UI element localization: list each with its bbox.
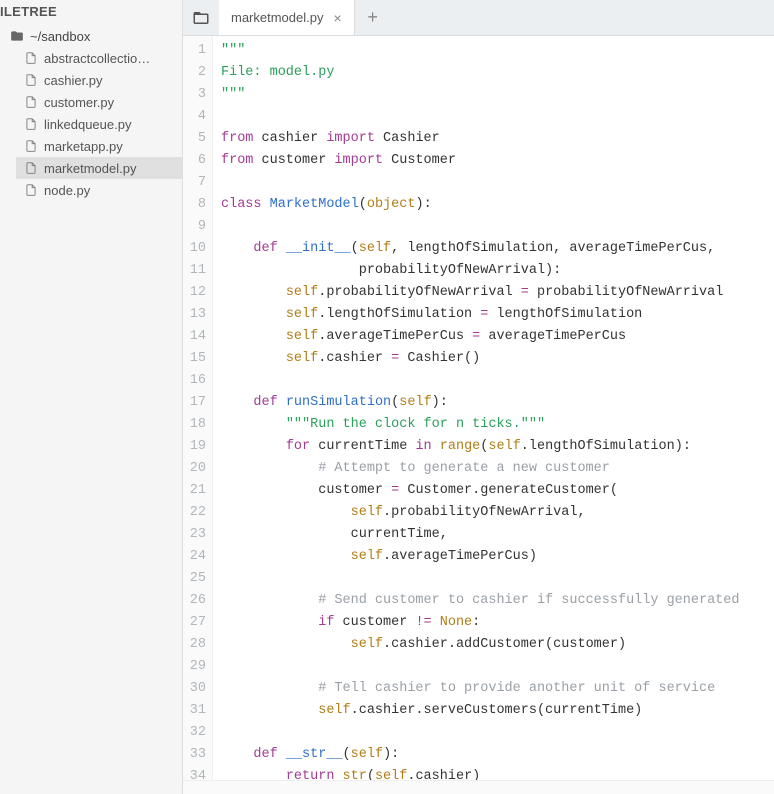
tree-file-label: abstractcollectio… [44, 51, 150, 66]
code-line: currentTime, [221, 524, 774, 546]
code-line: # Tell cashier to provide another unit o… [221, 678, 774, 700]
code-line: def __str__(self): [221, 744, 774, 766]
tree-file-label: linkedqueue.py [44, 117, 131, 132]
code-area[interactable]: 1234567891011121314151617181920212223242… [183, 36, 774, 780]
code-line [221, 722, 774, 744]
tab-bar: marketmodel.py × + [183, 0, 774, 36]
code-line: self.cashier = Cashier() [221, 348, 774, 370]
code-content[interactable]: """File: model.py""" from cashier import… [213, 36, 774, 780]
tree-file-label: node.py [44, 183, 90, 198]
file-icon [24, 139, 38, 153]
code-line [221, 106, 774, 128]
code-line: class MarketModel(object): [221, 194, 774, 216]
code-line: from cashier import Cashier [221, 128, 774, 150]
code-line: def runSimulation(self): [221, 392, 774, 414]
tree-file-label: customer.py [44, 95, 114, 110]
code-line [221, 172, 774, 194]
file-icon [24, 183, 38, 197]
tree-file-item[interactable]: marketapp.py [16, 135, 182, 157]
code-line: """ [221, 84, 774, 106]
code-line: self.averageTimePerCus) [221, 546, 774, 568]
code-line: probabilityOfNewArrival): [221, 260, 774, 282]
tree-file-item[interactable]: marketmodel.py [16, 157, 182, 179]
line-gutter: 1234567891011121314151617181920212223242… [183, 36, 213, 780]
file-tree-sidebar: ILETREE ~/sandbox abstractcollectio… cash… [0, 0, 183, 794]
file-icon [24, 117, 38, 131]
code-line: """Run the clock for n ticks.""" [221, 414, 774, 436]
code-line [221, 216, 774, 238]
code-line: self.probabilityOfNewArrival = probabili… [221, 282, 774, 304]
tree-folder-label: ~/sandbox [30, 29, 90, 44]
code-line: self.averageTimePerCus = averageTimePerC… [221, 326, 774, 348]
file-icon [24, 73, 38, 87]
tree-file-label: marketapp.py [44, 139, 123, 154]
code-line: self.cashier.serveCustomers(currentTime) [221, 700, 774, 722]
tab-label: marketmodel.py [231, 10, 323, 25]
editor-pane: marketmodel.py × + 123456789101112131415… [183, 0, 774, 794]
code-line: if customer != None: [221, 612, 774, 634]
tree-file-item[interactable]: cashier.py [16, 69, 182, 91]
tree-file-item[interactable]: abstractcollectio… [16, 47, 182, 69]
code-line [221, 656, 774, 678]
code-line: # Attempt to generate a new customer [221, 458, 774, 480]
tree-folder-root[interactable]: ~/sandbox [2, 25, 182, 47]
tree-children: abstractcollectio… cashier.py customer.py l… [2, 47, 182, 201]
file-tree-title: ILETREE [0, 0, 182, 25]
tree-file-label: marketmodel.py [44, 161, 136, 176]
add-tab-button[interactable]: + [355, 0, 391, 35]
code-line: self.lengthOfSimulation = lengthOfSimula… [221, 304, 774, 326]
code-line: return str(self.cashier) [221, 766, 774, 780]
code-line: self.cashier.addCustomer(customer) [221, 634, 774, 656]
code-line: """ [221, 40, 774, 62]
file-icon [24, 51, 38, 65]
open-folder-icon[interactable] [183, 0, 219, 35]
code-line: def __init__(self, lengthOfSimulation, a… [221, 238, 774, 260]
tree-file-item[interactable]: customer.py [16, 91, 182, 113]
file-icon [24, 95, 38, 109]
code-line: self.probabilityOfNewArrival, [221, 502, 774, 524]
tree-file-item[interactable]: node.py [16, 179, 182, 201]
code-line: from customer import Customer [221, 150, 774, 172]
code-line [221, 568, 774, 590]
tree-file-label: cashier.py [44, 73, 103, 88]
close-icon[interactable]: × [333, 11, 341, 25]
code-line [221, 370, 774, 392]
horizontal-scrollbar[interactable] [183, 780, 774, 794]
code-line: File: model.py [221, 62, 774, 84]
tree-file-item[interactable]: linkedqueue.py [16, 113, 182, 135]
file-icon [24, 161, 38, 175]
code-line: # Send customer to cashier if successful… [221, 590, 774, 612]
code-line: for currentTime in range(self.lengthOfSi… [221, 436, 774, 458]
tab-marketmodel[interactable]: marketmodel.py × [219, 0, 355, 35]
folder-icon [10, 29, 24, 43]
code-line: customer = Customer.generateCustomer( [221, 480, 774, 502]
